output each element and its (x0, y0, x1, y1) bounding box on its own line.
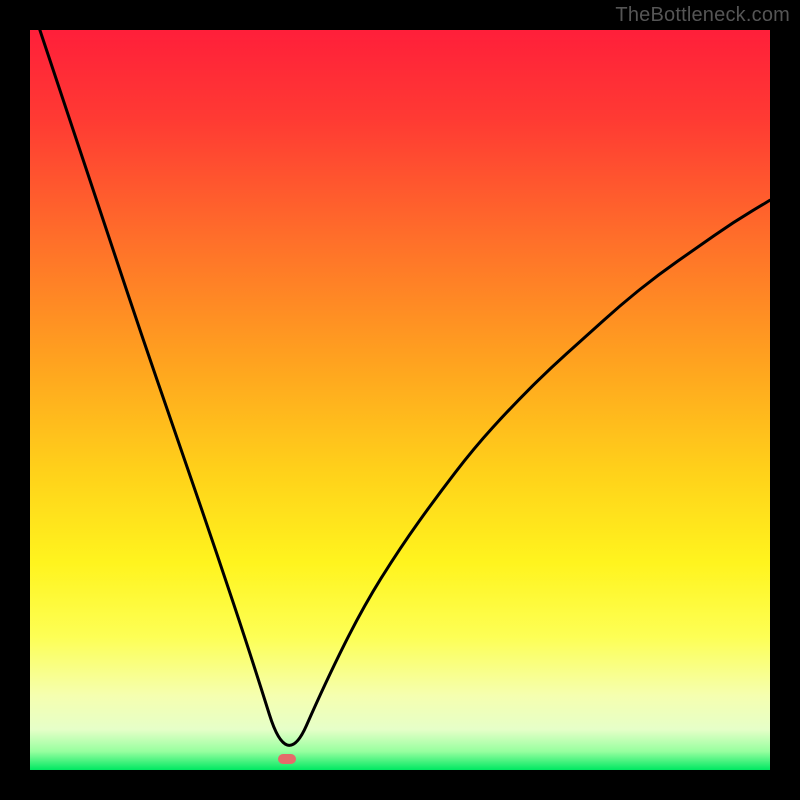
plot-area (30, 30, 770, 770)
bottleneck-curve (30, 30, 770, 770)
minimum-marker (278, 754, 296, 764)
chart-frame: TheBottleneck.com (0, 0, 800, 800)
watermark-text: TheBottleneck.com (615, 4, 790, 27)
